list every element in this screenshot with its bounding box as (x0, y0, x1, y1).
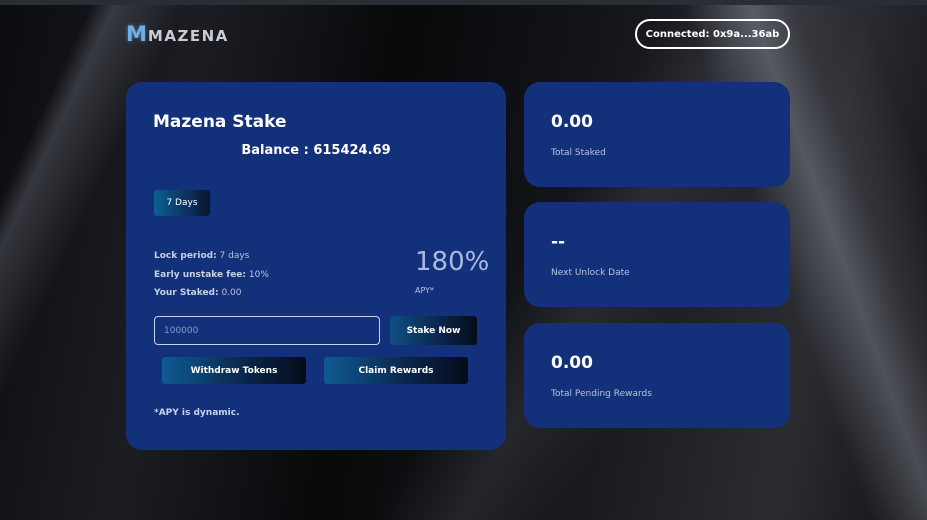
early-fee-label: Early unstake fee: (154, 269, 246, 280)
your-staked-row: Your Staked: 0.00 (154, 284, 269, 303)
stake-amount-input[interactable] (154, 316, 380, 345)
apy-label: APY* (415, 286, 435, 295)
total-staked-label: Total Staked (551, 148, 606, 158)
total-staked-value: 0.00 (551, 112, 593, 132)
period-7-days-button[interactable]: 7 Days (154, 190, 210, 216)
stake-info: Lock period: 7 days Early unstake fee: 1… (154, 247, 269, 303)
stake-now-button[interactable]: Stake Now (390, 316, 477, 345)
early-fee-row: Early unstake fee: 10% (154, 266, 269, 285)
claim-rewards-button[interactable]: Claim Rewards (324, 357, 468, 384)
logo-mark: M (126, 22, 147, 46)
pending-rewards-value: 0.00 (551, 353, 593, 373)
lock-period-value: 7 days (216, 251, 250, 261)
early-fee-value: 10% (246, 269, 269, 280)
brand-logo[interactable]: M MAZENA (126, 22, 229, 46)
logo-text: MAZENA (147, 26, 229, 45)
top-border (0, 0, 927, 5)
next-unlock-label: Next Unlock Date (551, 268, 630, 278)
pending-rewards-card: 0.00 Total Pending Rewards (524, 323, 790, 428)
pending-rewards-label: Total Pending Rewards (551, 389, 652, 399)
stake-title: Mazena Stake (153, 112, 287, 132)
total-staked-card: 0.00 Total Staked (524, 82, 790, 187)
next-unlock-value: -- (551, 232, 566, 252)
your-staked-label: Your Staked: (154, 288, 219, 298)
apy-value: 180% (415, 247, 490, 277)
your-staked-value: 0.00 (218, 288, 242, 298)
lock-period-row: Lock period: 7 days (154, 247, 269, 266)
lock-period-label: Lock period: (154, 251, 217, 261)
stake-card: Mazena Stake Balance : 615424.69 7 Days … (126, 82, 506, 450)
withdraw-tokens-button[interactable]: Withdraw Tokens (162, 357, 306, 384)
next-unlock-card: -- Next Unlock Date (524, 202, 790, 307)
wallet-connected-button[interactable]: Connected: 0x9a...36ab (635, 19, 790, 49)
apy-note: *APY is dynamic. (154, 408, 240, 418)
balance-text: Balance : 615424.69 (241, 143, 391, 158)
